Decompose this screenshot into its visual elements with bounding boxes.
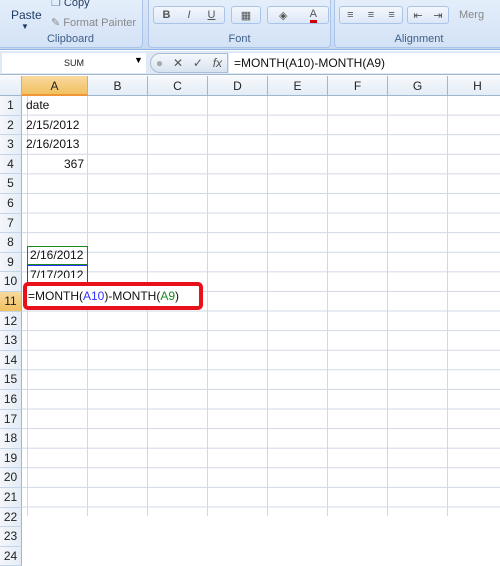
column-header-C[interactable]: C (148, 76, 208, 96)
row-header-17[interactable]: 17 (0, 409, 22, 430)
row-header-21[interactable]: 21 (0, 488, 22, 508)
clipboard-group: Paste ▼ ❐ Copy ✎ Format Painter Clipboar… (0, 0, 143, 48)
italic-button[interactable]: I (187, 9, 190, 21)
alignment-label: Alignment (394, 33, 444, 45)
paste-button[interactable]: Paste (11, 8, 42, 22)
row-header-22[interactable]: 22 (0, 507, 22, 528)
brush-icon: ✎ (51, 17, 64, 29)
increase-indent-icon[interactable]: ⇥ (433, 9, 442, 22)
fill-color-icon[interactable]: ◈ (279, 9, 287, 22)
row-header-9[interactable]: 9 (0, 252, 22, 273)
cell-A2[interactable]: 2/15/2012 (26, 116, 79, 136)
formula-part: ) (175, 289, 180, 303)
row-header-4[interactable]: 4 (0, 154, 22, 175)
cell-A11-editing[interactable]: =MONTH(A10)-MONTH(A9) (23, 282, 203, 310)
row-header-20[interactable]: 20 (0, 468, 22, 488)
column-header-F[interactable]: F (328, 76, 388, 96)
align-right-icon[interactable]: ≡ (388, 9, 394, 21)
cell-A4[interactable]: 367 (26, 155, 84, 175)
formula-part: )-MONTH( (104, 289, 161, 303)
cell-A10[interactable]: 7/17/2012 (30, 266, 83, 278)
formula-buttons: ● ✕ ✓ fx (150, 53, 228, 73)
format-painter-label: Format Painter (63, 17, 137, 29)
paste-dropdown-icon[interactable]: ▼ (21, 22, 29, 31)
align-buttons: ≡ ≡ ≡ (339, 6, 403, 24)
font-label: Font (228, 33, 251, 45)
formula-input[interactable]: =MONTH(A10)-MONTH(A9) (229, 53, 500, 73)
row-header-10[interactable]: 10 (0, 272, 22, 292)
formula-part: =MONTH( (28, 289, 83, 303)
font-group: B I U ▦ ◈ A Font (148, 0, 331, 48)
column-header-B[interactable]: B (88, 76, 148, 96)
column-header-D[interactable]: D (208, 76, 268, 96)
row-header-8[interactable]: 8 (0, 233, 22, 253)
row-header-1[interactable]: 1 (0, 96, 22, 116)
row-header-18[interactable]: 18 (0, 429, 22, 449)
indent-buttons: ⇤ ⇥ (407, 6, 449, 24)
column-header-E[interactable]: E (268, 76, 328, 96)
row-header-24[interactable]: 24 (0, 546, 22, 566)
clipboard-label: Clipboard (46, 33, 95, 45)
row-header-15[interactable]: 15 (0, 370, 22, 390)
format-painter-button[interactable]: ✎ Format Painter (51, 16, 136, 29)
row-header-16[interactable]: 16 (0, 390, 22, 410)
merge-button[interactable]: Merg (459, 9, 484, 21)
row-header-19[interactable]: 19 (0, 448, 22, 469)
row-header-13[interactable]: 13 (0, 331, 22, 351)
row-header-5[interactable]: 5 (0, 174, 22, 194)
column-header-G[interactable]: G (388, 76, 448, 96)
ribbon: Paste ▼ ❐ Copy ✎ Format Painter Clipboar… (0, 0, 500, 50)
row-header-23[interactable]: 23 (0, 527, 22, 547)
handle-icon: ● (155, 56, 164, 70)
column-header-A[interactable]: A (22, 76, 88, 96)
row-header-14[interactable]: 14 (0, 350, 22, 371)
formula-ref-a9: A9 (160, 289, 176, 303)
bold-button[interactable]: B (163, 9, 171, 21)
row-header-3[interactable]: 3 (0, 135, 22, 155)
formula-bar: SUM ▼ ● ✕ ✓ fx =MONTH(A10)-MONTH(A9) (0, 51, 500, 75)
row-header-11[interactable]: 11 (0, 292, 22, 312)
align-left-icon[interactable]: ≡ (347, 9, 353, 21)
font-color-button[interactable]: A (309, 8, 317, 23)
copy-label: Copy (63, 0, 90, 9)
column-header-H[interactable]: H (448, 76, 500, 96)
underline-button[interactable]: U (208, 9, 216, 21)
borders-icon: ▦ (240, 9, 252, 22)
name-box-dropdown-icon[interactable]: ▼ (134, 55, 143, 65)
alignment-group: ≡ ≡ ≡ ⇤ ⇥ Merg Alignment (334, 0, 500, 48)
cell-A3[interactable]: 2/16/2013 (26, 135, 79, 155)
enter-button[interactable]: ✓ (193, 56, 203, 70)
copy-icon: ❐ (51, 0, 64, 9)
cancel-button[interactable]: ✕ (173, 56, 183, 70)
cell-A1[interactable]: date (26, 96, 49, 116)
cell-A9[interactable]: 2/16/2012 (30, 246, 83, 266)
select-all-button[interactable] (0, 76, 22, 96)
row-header-2[interactable]: 2 (0, 115, 22, 136)
row-header-6[interactable]: 6 (0, 194, 22, 214)
row-header-7[interactable]: 7 (0, 213, 22, 234)
decrease-indent-icon[interactable]: ⇤ (413, 9, 422, 22)
row-header-12[interactable]: 12 (0, 311, 22, 332)
align-center-icon[interactable]: ≡ (368, 9, 374, 21)
color-buttons: ◈ A (267, 6, 329, 24)
name-box[interactable]: SUM (2, 53, 146, 73)
copy-button[interactable]: ❐ Copy (51, 0, 90, 9)
formula-ref-a10: A10 (83, 289, 105, 303)
font-style-buttons: B I U (153, 6, 225, 24)
borders-button[interactable]: ▦ (231, 6, 261, 24)
insert-function-button[interactable]: fx (213, 56, 222, 70)
